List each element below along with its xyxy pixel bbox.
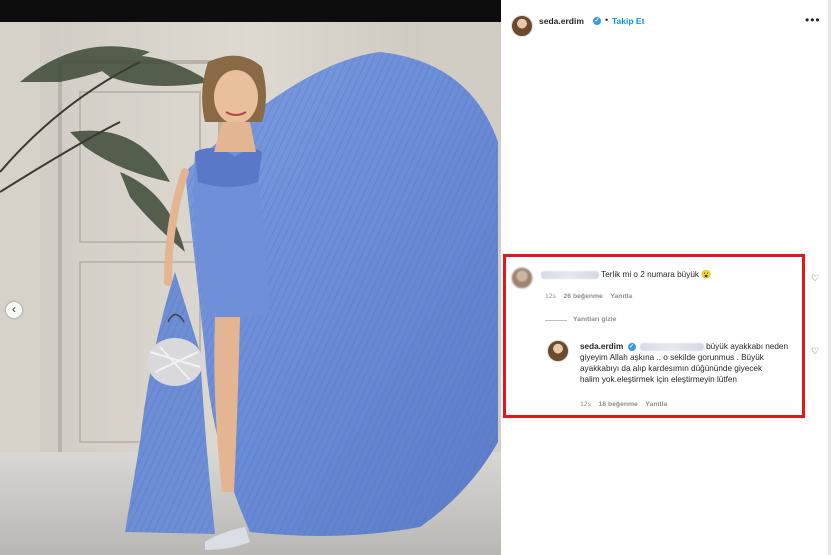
highlight-frame [503, 254, 805, 418]
heart-icon[interactable]: ♡ [811, 346, 819, 357]
heart-icon[interactable]: ♡ [811, 273, 819, 284]
post-username[interactable]: seda.erdim [539, 16, 584, 26]
post-photo-illustration [0, 22, 501, 555]
avatar[interactable] [511, 15, 533, 37]
separator-dot: • [605, 15, 609, 25]
more-options-icon[interactable]: ••• [805, 13, 821, 27]
post-photo[interactable]: ‹ [0, 22, 501, 555]
verified-badge-icon: ✓ [593, 17, 601, 25]
post-header: seda.erdim ✓ • Takip Et ••• [501, 0, 828, 40]
carousel-previous-button[interactable]: ‹ [6, 302, 22, 318]
follow-button[interactable]: Takip Et [612, 16, 644, 26]
chevron-left-icon: ‹ [12, 302, 16, 316]
